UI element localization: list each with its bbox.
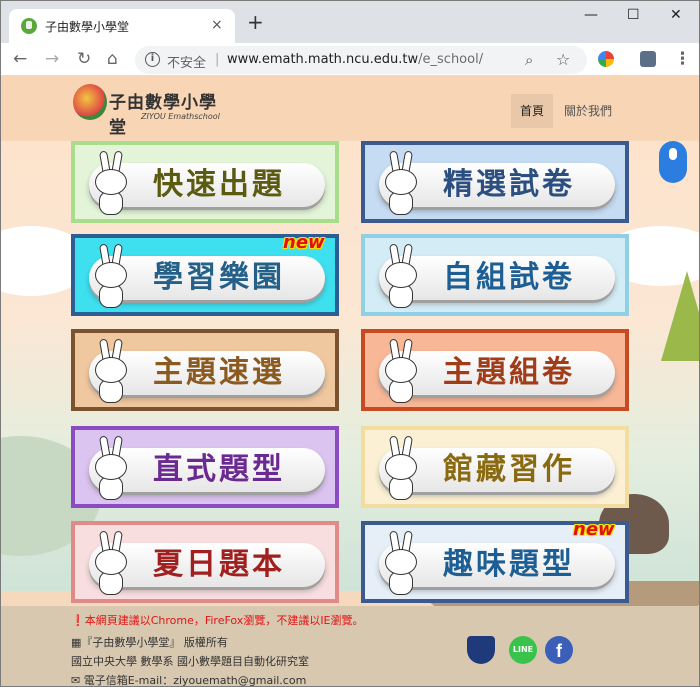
close-window-button[interactable]: ✕	[670, 7, 682, 23]
nav-about[interactable]: 關於我們	[561, 94, 615, 128]
menu-card[interactable]: 主題組卷	[361, 329, 629, 411]
bunny-mascot-icon	[381, 243, 421, 310]
copyright: ▦『子由數學小學堂』 版權所有	[71, 636, 228, 649]
card-label: 趣味題型	[443, 547, 575, 582]
menu-card[interactable]: 直式題型	[71, 426, 339, 508]
card-label: 快速出題	[153, 167, 285, 202]
site-footer: ❗本網頁建議以Chrome，FireFox瀏覽，不建議以IE瀏覽。 ▦『子由數學…	[1, 606, 699, 687]
bunny-mascot-icon	[381, 338, 421, 405]
url-host: www.emath.math.ncu.edu.tw	[227, 52, 419, 67]
browser-toolbar: ← → ↻ ⌂ i 不安全 | www.emath.math.ncu.edu.t…	[1, 43, 699, 76]
email: ✉ 電子信箱E-mail：ziyouemath@gmail.com	[71, 674, 307, 687]
bunny-mascot-icon	[381, 435, 421, 502]
card-label: 主題組卷	[443, 355, 575, 390]
card-label: 館藏習作	[443, 452, 575, 487]
menu-card[interactable]: 快速出題	[71, 141, 339, 223]
bunny-mascot-icon	[91, 150, 131, 217]
email-text: 電子信箱E-mail：ziyouemath@gmail.com	[83, 674, 307, 687]
minimize-button[interactable]: —	[584, 7, 598, 23]
menu-card[interactable]: 主題速選	[71, 329, 339, 411]
extension-translate-icon[interactable]	[640, 51, 656, 67]
new-tab-button[interactable]: +	[247, 12, 264, 32]
bunny-mascot-icon	[381, 530, 421, 597]
card-label: 精選試卷	[443, 167, 575, 202]
maximize-button[interactable]: ☐	[627, 7, 640, 23]
address-bar[interactable]: i 不安全 | www.emath.math.ncu.edu.tw/e_scho…	[135, 46, 587, 74]
menu-card[interactable]: 學習樂園 new	[71, 232, 339, 316]
back-arrow-icon[interactable]: ←	[13, 49, 27, 69]
card-label: 主題速選	[153, 355, 285, 390]
copyright-text: 『子由數學小學堂』 版權所有	[81, 636, 228, 649]
bunny-mascot-icon	[91, 530, 131, 597]
bookmark-star-icon[interactable]: ☆	[556, 50, 570, 69]
tree-decoration	[661, 271, 699, 361]
three-dots-icon[interactable]: ⋮	[674, 49, 691, 69]
omnibox-separator: |	[215, 52, 220, 67]
card-label: 學習樂園	[153, 260, 285, 295]
security-label: 不安全	[167, 56, 207, 71]
bunny-mascot-icon	[381, 150, 421, 217]
site-logo[interactable]: 子由數學小學堂 ZIYOU Emathschool	[73, 84, 233, 138]
bunny-mascot-icon	[91, 338, 131, 405]
zoom-icon[interactable]: ⌕	[525, 51, 533, 69]
browser-tab[interactable]: 子由數學小學堂 ×	[9, 9, 235, 43]
menu-card[interactable]: 趣味題型 new	[361, 519, 629, 603]
facebook-icon[interactable]: f	[545, 636, 573, 664]
url-path: /e_school/	[418, 52, 484, 67]
extension-chrome-icon[interactable]	[598, 51, 614, 67]
browser-warning-text: 本網頁建議以Chrome，FireFox瀏覽，不建議以IE瀏覽。	[84, 614, 364, 627]
page-viewport: 子由數學小學堂 ZIYOU Emathschool 首頁 關於我們 快速出題 精選…	[1, 76, 699, 687]
organization: 國立中央大學 數學系 國小數學題目自動化研究室	[71, 655, 309, 668]
browser-warning: ❗本網頁建議以Chrome，FireFox瀏覽，不建議以IE瀏覽。	[71, 614, 364, 627]
logo-subtitle: ZIYOU Emathschool	[141, 112, 220, 121]
nav-home[interactable]: 首頁	[511, 94, 553, 128]
line-app-icon[interactable]: LINE	[509, 636, 537, 664]
tab-title: 子由數學小學堂	[45, 20, 130, 34]
site-header: 子由數學小學堂 ZIYOU Emathschool 首頁 關於我們	[1, 76, 699, 140]
reload-icon[interactable]: ↻	[77, 49, 91, 69]
menu-card[interactable]: 夏日題本	[71, 521, 339, 603]
tab-close-icon[interactable]: ×	[211, 17, 223, 33]
card-label: 夏日題本	[153, 547, 285, 582]
menu-card[interactable]: 自組試卷	[361, 234, 629, 316]
new-badge: new	[283, 232, 325, 253]
site-favicon-icon	[21, 18, 37, 34]
browser-window: 子由數學小學堂 × + — ☐ ✕ ← → ↻ ⌂ i 不安全 | www.em…	[0, 0, 700, 687]
card-label: 直式題型	[153, 452, 285, 487]
forward-arrow-icon[interactable]: →	[45, 49, 59, 69]
menu-card[interactable]: 館藏習作	[361, 426, 629, 508]
logo-mark-icon	[73, 84, 107, 120]
url-text: www.emath.math.ncu.edu.tw/e_school/	[227, 52, 483, 67]
home-icon[interactable]: ⌂	[107, 49, 118, 69]
card-label: 自組試卷	[443, 260, 575, 295]
tab-strip: 子由數學小學堂 × + — ☐ ✕	[1, 1, 699, 43]
bunny-mascot-icon	[91, 243, 131, 310]
new-badge: new	[573, 519, 615, 540]
site-info-icon[interactable]: i	[145, 52, 160, 67]
bunny-mascot-icon	[91, 435, 131, 502]
university-emblem-icon[interactable]	[467, 636, 495, 664]
scroll-indicator-icon[interactable]	[659, 141, 687, 183]
menu-card[interactable]: 精選試卷	[361, 141, 629, 223]
